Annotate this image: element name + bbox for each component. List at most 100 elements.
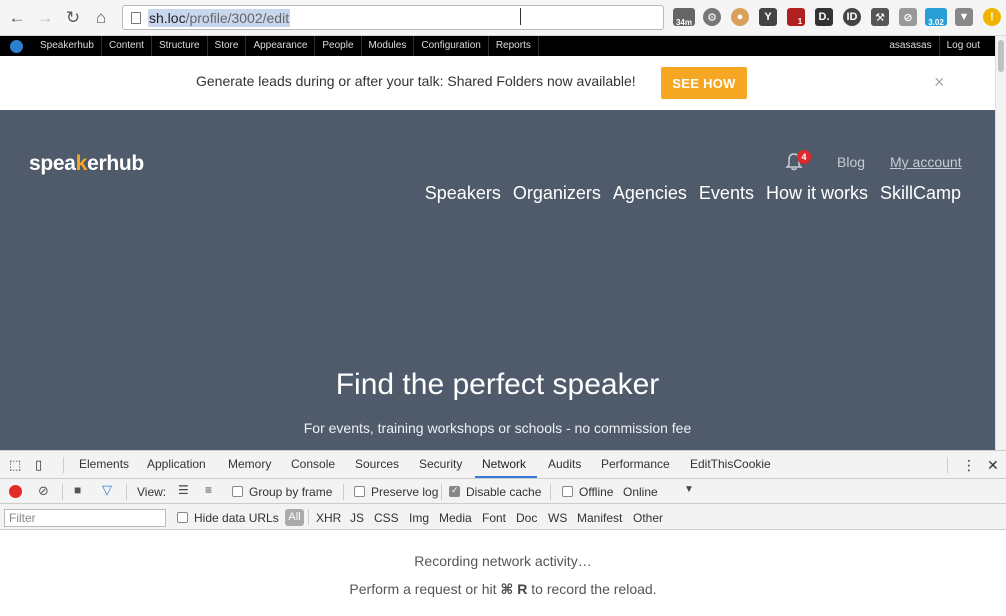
filter-icon[interactable]: ▽ [102, 482, 112, 498]
filter-other[interactable]: Other [633, 511, 663, 525]
admin-toolbar: Speakerhub Content Structure Store Appea… [0, 36, 995, 56]
update-alert-icon[interactable]: ! [983, 8, 1001, 26]
network-toolbar: ⊘ ■ ▽ View: ☰ ≡ Group by frame Preserve … [0, 479, 1006, 504]
hero-title: Find the perfect speaker [335, 368, 660, 401]
admin-item-content[interactable]: Content [102, 36, 152, 56]
admin-item-structure[interactable]: Structure [152, 36, 208, 56]
recording-message: Recording network activity… [414, 553, 592, 569]
group-by-frame-checkbox[interactable] [232, 486, 243, 497]
nav-events[interactable]: Events [699, 183, 754, 204]
nav-organizers[interactable]: Organizers [513, 183, 601, 204]
close-icon[interactable]: × [934, 72, 945, 93]
admin-item-appearance[interactable]: Appearance [246, 36, 316, 56]
offline-label: Offline [579, 485, 614, 499]
device-toggle-icon[interactable]: ▯ [35, 457, 42, 473]
notification-badge: 4 [797, 150, 811, 164]
nav-speakers[interactable]: Speakers [425, 183, 501, 204]
filter-css[interactable]: CSS [374, 511, 399, 525]
tab-console[interactable]: Console [291, 457, 335, 471]
hide-data-urls-label: Hide data URLs [194, 511, 279, 525]
close-devtools-icon[interactable]: ✕ [987, 457, 999, 474]
network-filter-bar: Filter Hide data URLs All XHR JS CSS Img… [0, 504, 1006, 530]
offline-checkbox[interactable] [562, 486, 573, 497]
tab-performance[interactable]: Performance [601, 457, 670, 471]
disable-cache-checkbox[interactable] [449, 485, 460, 497]
large-rows-icon[interactable]: ☰ [178, 483, 189, 497]
hide-data-urls-checkbox[interactable] [177, 512, 188, 523]
admin-item-speakerhub[interactable]: Speakerhub [33, 36, 102, 56]
divider [126, 484, 127, 500]
filter-font[interactable]: Font [482, 511, 506, 525]
tab-editthiscookie[interactable]: EditThisCookie [690, 457, 771, 471]
speakerhub-logo[interactable]: speakerhub [29, 152, 144, 176]
tab-application[interactable]: Application [147, 457, 206, 471]
extension-tool-icon[interactable]: ⚒ [871, 8, 889, 26]
tab-network[interactable]: Network [482, 457, 526, 471]
extension-settings-icon[interactable]: ⚙ [703, 8, 721, 26]
filter-js[interactable]: JS [350, 511, 364, 525]
tab-security[interactable]: Security [419, 457, 462, 471]
tab-audits[interactable]: Audits [548, 457, 581, 471]
extension-version-icon[interactable]: 3.02 [925, 8, 947, 27]
tab-elements[interactable]: Elements [79, 457, 129, 471]
page-scrollbar[interactable] [995, 36, 1006, 450]
promo-banner: Generate leads during or after your talk… [0, 56, 995, 110]
extension-ublock-icon[interactable]: 1 [787, 8, 805, 26]
filter-ws[interactable]: WS [548, 511, 567, 525]
url-text: sh.loc/profile/3002/edit [148, 8, 291, 27]
scrollbar-thumb[interactable] [998, 40, 1004, 72]
my-account-link[interactable]: My account [890, 154, 962, 170]
reload-hint: Perform a request or hit ⌘ R to record t… [349, 581, 657, 597]
clear-icon[interactable]: ⊘ [38, 483, 49, 499]
waterfall-icon[interactable]: ≡ [205, 483, 212, 497]
divider [308, 509, 309, 525]
reload-icon[interactable]: ↻ [62, 7, 84, 29]
extension-v-icon[interactable]: ▼ [955, 8, 973, 26]
admin-user-link[interactable]: asasasas [882, 36, 940, 56]
extension-y-icon[interactable]: Y [759, 8, 777, 26]
extension-timer-icon[interactable]: 34m [673, 8, 695, 27]
admin-item-configuration[interactable]: Configuration [414, 36, 489, 56]
filter-xhr[interactable]: XHR [316, 511, 341, 525]
chevron-down-icon[interactable]: ▼ [684, 484, 694, 495]
filter-input[interactable]: Filter [4, 509, 166, 527]
tab-memory[interactable]: Memory [228, 457, 271, 471]
capture-screenshots-icon[interactable]: ■ [74, 483, 81, 497]
record-icon[interactable] [9, 485, 22, 498]
admin-item-modules[interactable]: Modules [362, 36, 415, 56]
admin-logout-link[interactable]: Log out [940, 36, 987, 56]
filter-media[interactable]: Media [439, 511, 472, 525]
drupal-icon[interactable] [10, 39, 23, 53]
main-navigation: Speakers Organizers Agencies Events How … [425, 183, 961, 204]
tab-sources[interactable]: Sources [355, 457, 399, 471]
admin-item-store[interactable]: Store [208, 36, 247, 56]
extension-d-icon[interactable]: D. [815, 8, 833, 26]
devtools-panel: ⬚ ▯ Elements Application Memory Console … [0, 450, 1006, 616]
filter-manifest[interactable]: Manifest [577, 511, 622, 525]
filter-all-button[interactable]: All [285, 509, 304, 526]
group-by-frame-label: Group by frame [249, 485, 333, 499]
divider [62, 484, 63, 500]
inspect-element-icon[interactable]: ⬚ [9, 457, 21, 473]
admin-item-reports[interactable]: Reports [489, 36, 539, 56]
address-bar[interactable]: sh.loc/profile/3002/edit [122, 5, 664, 30]
extension-disabled-icon[interactable]: ⊘ [899, 8, 917, 26]
nav-skillcamp[interactable]: SkillCamp [880, 183, 961, 204]
preserve-log-checkbox[interactable] [354, 486, 365, 497]
filter-img[interactable]: Img [409, 511, 429, 525]
divider [441, 484, 442, 500]
nav-how-it-works[interactable]: How it works [766, 183, 868, 204]
more-options-icon[interactable]: ⋮ [962, 457, 976, 474]
hero-section: speakerhub 4 Blog My account Speakers Or… [0, 110, 995, 450]
forward-icon[interactable]: → [34, 7, 56, 29]
admin-item-people[interactable]: People [315, 36, 362, 56]
throttle-select[interactable]: Online [623, 485, 658, 499]
home-icon[interactable]: ⌂ [90, 7, 112, 29]
extension-cookie-icon[interactable]: ● [731, 8, 749, 26]
filter-doc[interactable]: Doc [516, 511, 537, 525]
back-icon[interactable]: ← [6, 7, 28, 29]
see-how-button[interactable]: SEE HOW [661, 67, 747, 99]
extension-id-icon[interactable]: ID [843, 8, 861, 26]
nav-agencies[interactable]: Agencies [613, 183, 687, 204]
blog-link[interactable]: Blog [837, 154, 865, 170]
